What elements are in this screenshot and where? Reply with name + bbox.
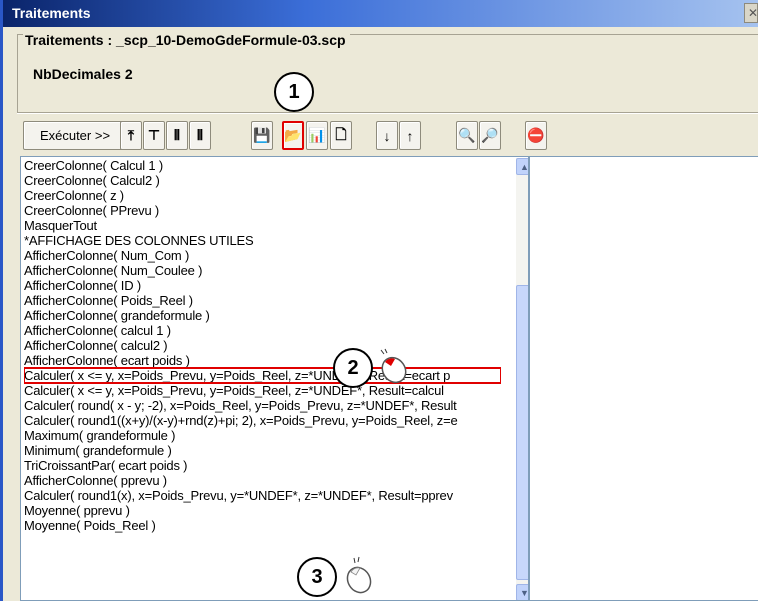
groupbox-legend: Traitements : _scp_10-DemoGdeFormule-03.… [23, 32, 350, 48]
stop-button[interactable]: ⛔ [525, 121, 547, 150]
mouse-icon-2 [380, 348, 407, 384]
traitements-window: Traitements ✕ Traitements : _scp_10-Demo… [0, 0, 758, 601]
script-line[interactable]: AfficherColonne( pprevu ) [24, 473, 501, 488]
script-line[interactable]: AfficherColonne( ID ) [24, 278, 501, 293]
script-line[interactable]: AfficherColonne( Poids_Reel ) [24, 293, 501, 308]
callout-1: 1 [274, 72, 314, 112]
move-down-icon: ↓ [383, 127, 391, 144]
insert-before-icon: ⊤ [147, 127, 161, 143]
insert-first-icon: ⤒ [127, 127, 135, 143]
find-icon: 🔍 [458, 127, 476, 143]
close-button[interactable]: ✕ [744, 3, 758, 23]
script-line[interactable]: AfficherColonne( calcul2 ) [24, 338, 501, 353]
script-line[interactable]: Calculer( round1(x), x=Poids_Prevu, y=*U… [24, 488, 501, 503]
move-down-button[interactable]: ↓ [376, 121, 398, 150]
insert-before-button[interactable]: ⊤ [143, 121, 165, 150]
callout-3: 3 [297, 557, 337, 597]
save-icon: 💾 [253, 127, 271, 143]
mouse-icon-3 [346, 556, 372, 594]
execute-button[interactable]: Exécuter >> [23, 121, 127, 150]
script-lines: CreerColonne( Calcul 1 ) CreerColonne( Ca… [24, 158, 501, 533]
script-line[interactable]: Calculer( round( x - y; -2), x=Poids_Ree… [24, 398, 501, 413]
find-next-button[interactable]: 🔎 [479, 121, 501, 150]
script-line[interactable]: Maximum( grandeformule ) [24, 428, 501, 443]
script-line[interactable]: CreerColonne( z ) [24, 188, 501, 203]
script-list[interactable]: CreerColonne( Calcul 1 ) CreerColonne( Ca… [20, 156, 529, 601]
script-line[interactable]: CreerColonne( PPrevu ) [24, 203, 501, 218]
open-folder-icon: 📂 [284, 127, 302, 143]
insert-block-icon: ⦀ [196, 127, 204, 143]
scroll-down-button[interactable]: ▼ [516, 584, 529, 600]
script-line[interactable]: *AFFICHAGE DES COLONNES UTILES [24, 233, 501, 248]
chevron-down-icon: ▼ [520, 587, 529, 598]
new-document-button[interactable]: 🗋 [330, 121, 352, 150]
script-line[interactable]: AfficherColonne( calcul 1 ) [24, 323, 501, 338]
script-line[interactable]: Moyenne( pprevu ) [24, 503, 501, 518]
script-line[interactable]: Moyenne( Poids_Reel ) [24, 518, 501, 533]
chevron-up-icon: ▲ [520, 161, 529, 172]
scroll-up-button[interactable]: ▲ [516, 158, 529, 175]
move-up-button[interactable]: ↑ [399, 121, 421, 150]
script-line[interactable]: AfficherColonne( grandeformule ) [24, 308, 501, 323]
script-line[interactable]: Calculer( x <= y, x=Poids_Prevu, y=Poids… [24, 383, 501, 398]
find-button[interactable]: 🔍 [456, 121, 478, 150]
close-icon: ✕ [748, 6, 758, 20]
move-up-icon: ↑ [406, 127, 414, 144]
find-next-icon: 🔎 [481, 127, 499, 143]
decimals-setting: NbDecimales 2 [33, 66, 133, 82]
stop-icon: ⛔ [527, 127, 545, 143]
vertical-scrollbar[interactable]: ▲ ▼ [516, 158, 529, 600]
callout-2: 2 [333, 348, 373, 388]
toolbar: Exécuter >> ⤒ ⊤ ⫴ ⦀ 💾 📂 📊 🗋 ↓ ↑ 🔍 🔎 ⛔ [19, 121, 758, 151]
open-folder-button[interactable]: 📂 [282, 121, 304, 150]
insert-first-button[interactable]: ⤒ [120, 121, 142, 150]
save-button[interactable]: 💾 [251, 121, 273, 150]
script-line[interactable]: CreerColonne( Calcul 1 ) [24, 158, 501, 173]
script-line[interactable]: MasquerTout [24, 218, 501, 233]
insert-block-button[interactable]: ⦀ [189, 121, 211, 150]
preview-panel [529, 156, 758, 601]
script-line[interactable]: AfficherColonne( ecart poids ) [24, 353, 501, 368]
insert-multi-button[interactable]: ⫴ [166, 121, 188, 150]
script-line[interactable]: AfficherColonne( Num_Com ) [24, 248, 501, 263]
insert-multi-icon: ⫴ [174, 127, 180, 143]
script-line[interactable]: AfficherColonne( Num_Coulee ) [24, 263, 501, 278]
script-line[interactable]: CreerColonne( Calcul2 ) [24, 173, 501, 188]
chart-button[interactable]: 📊 [306, 121, 328, 150]
title-bar[interactable]: Traitements [3, 0, 758, 27]
script-line[interactable]: Minimum( grandeformule ) [24, 443, 501, 458]
script-line[interactable]: Calculer( x <= y, x=Poids_Prevu, y=Poids… [24, 367, 501, 384]
separator [17, 112, 758, 114]
scroll-thumb[interactable] [516, 285, 528, 580]
chart-icon: 📊 [308, 127, 326, 143]
script-line[interactable]: TriCroissantPar( ecart poids ) [24, 458, 501, 473]
script-line[interactable]: Calculer( round1((x+y)/(x-y)+rnd(z)+pi; … [24, 413, 501, 428]
new-document-icon: 🗋 [335, 125, 347, 142]
window-title: Traitements [12, 5, 91, 21]
